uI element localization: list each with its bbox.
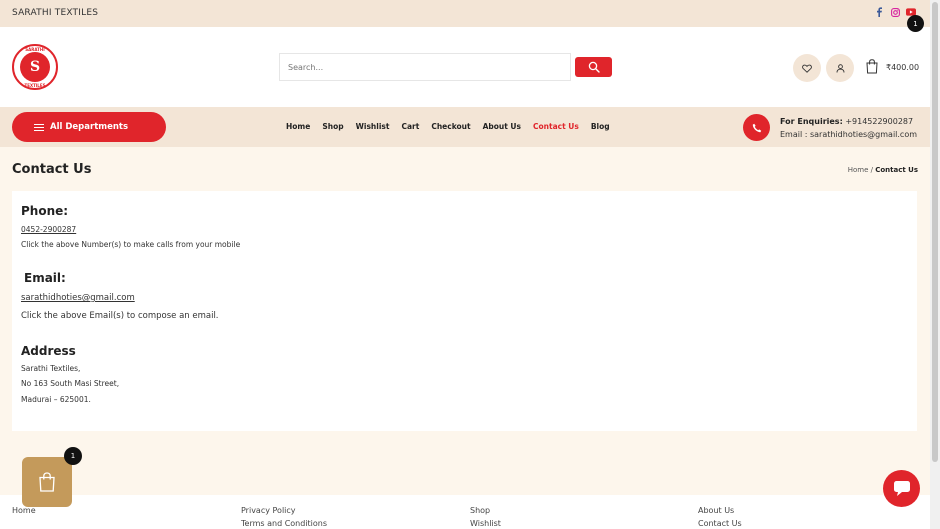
cart-button[interactable]: [865, 59, 879, 78]
logo-ring-bottom: TEXTILES: [24, 83, 46, 88]
page-title: Contact Us: [12, 162, 92, 177]
nav-item-shop[interactable]: Shop: [322, 122, 343, 131]
heart-icon: [802, 64, 812, 73]
contact-card: Phone: 0452-2900287 Click the above Numb…: [12, 191, 917, 431]
enquiry-email[interactable]: sarathidhoties@gmail.com: [810, 130, 917, 139]
header: SARATHI S TEXTILES ₹400.00: [0, 27, 930, 107]
top-bar: SARATHI TEXTILES: [0, 0, 930, 27]
instagram-icon[interactable]: [890, 7, 900, 17]
page-scrollbar[interactable]: [930, 0, 940, 529]
enquiry-info: For Enquiries: +914522900287 Email : sar…: [780, 115, 917, 141]
top-bar-brand: SARATHI TEXTILES: [12, 8, 99, 18]
address-line: Sarathi Textiles,: [21, 364, 81, 373]
address-heading: Address: [21, 344, 76, 358]
facebook-icon[interactable]: [874, 7, 884, 17]
site-logo[interactable]: SARATHI S TEXTILES: [12, 44, 58, 90]
floating-cart-button[interactable]: [22, 457, 72, 507]
breadcrumb-current: Contact Us: [875, 166, 918, 174]
footer: Home Privacy Policy Terms and Conditions…: [0, 495, 930, 529]
scrollbar-thumb[interactable]: [932, 2, 938, 462]
footer-link-privacy-policy[interactable]: Privacy Policy: [241, 506, 296, 515]
cart-total[interactable]: ₹400.00: [886, 63, 919, 72]
enquiry-email-label: Email :: [780, 130, 808, 139]
shopping-bag-icon: [39, 472, 55, 492]
footer-link-shop[interactable]: Shop: [470, 506, 490, 515]
breadcrumb-home[interactable]: Home: [848, 166, 869, 174]
all-departments-button[interactable]: All Departments: [12, 112, 166, 142]
floating-cart-count-badge: 1: [64, 447, 82, 465]
phone-heading: Phone:: [21, 204, 69, 218]
nav-menu: Home Shop Wishlist Cart Checkout About U…: [286, 122, 622, 131]
nav-item-cart[interactable]: Cart: [401, 122, 419, 131]
enquiry-label: For Enquiries:: [780, 117, 843, 126]
footer-link-terms[interactable]: Terms and Conditions: [241, 519, 327, 528]
nav-item-blog[interactable]: Blog: [591, 122, 610, 131]
hamburger-icon: [34, 123, 44, 131]
account-button[interactable]: [826, 54, 854, 82]
email-address-link[interactable]: sarathidhoties@gmail.com: [21, 293, 135, 303]
search-input[interactable]: [279, 53, 571, 81]
main-navigation: All Departments Home Shop Wishlist Cart …: [0, 107, 930, 147]
wishlist-button[interactable]: [793, 54, 821, 82]
footer-link-home[interactable]: Home: [12, 506, 36, 515]
nav-item-about-us[interactable]: About Us: [483, 122, 521, 131]
nav-item-wishlist[interactable]: Wishlist: [356, 122, 390, 131]
breadcrumb: Home / Contact Us: [848, 166, 918, 174]
breadcrumb-separator: /: [870, 166, 873, 174]
search-icon: [588, 61, 600, 73]
user-icon: [836, 63, 844, 73]
phone-icon: [752, 123, 761, 132]
footer-link-about-us[interactable]: About Us: [698, 506, 734, 515]
nav-item-home[interactable]: Home: [286, 122, 310, 131]
address-line: No 163 South Masi Street,: [21, 379, 120, 388]
chat-icon: [893, 481, 910, 496]
address-line: Madurai – 625001.: [21, 395, 91, 404]
search-button[interactable]: [575, 57, 612, 77]
chat-button[interactable]: [883, 470, 920, 507]
all-departments-label: All Departments: [50, 122, 129, 132]
shopping-bag-icon: [866, 59, 878, 74]
footer-link-contact-us[interactable]: Contact Us: [698, 519, 742, 528]
nav-item-checkout[interactable]: Checkout: [431, 122, 470, 131]
logo-mark: S: [20, 52, 50, 82]
email-heading: Email:: [24, 271, 66, 285]
phone-button[interactable]: [743, 114, 770, 141]
cart-count-badge: 1: [907, 15, 924, 32]
nav-item-contact-us[interactable]: Contact Us: [533, 122, 579, 131]
enquiry-phone[interactable]: +914522900287: [845, 117, 913, 126]
phone-number-link[interactable]: 0452-2900287: [21, 225, 76, 234]
phone-note: Click the above Number(s) to make calls …: [21, 240, 241, 249]
email-note: Click the above Email(s) to compose an e…: [21, 311, 219, 321]
footer-link-wishlist[interactable]: Wishlist: [470, 519, 501, 528]
